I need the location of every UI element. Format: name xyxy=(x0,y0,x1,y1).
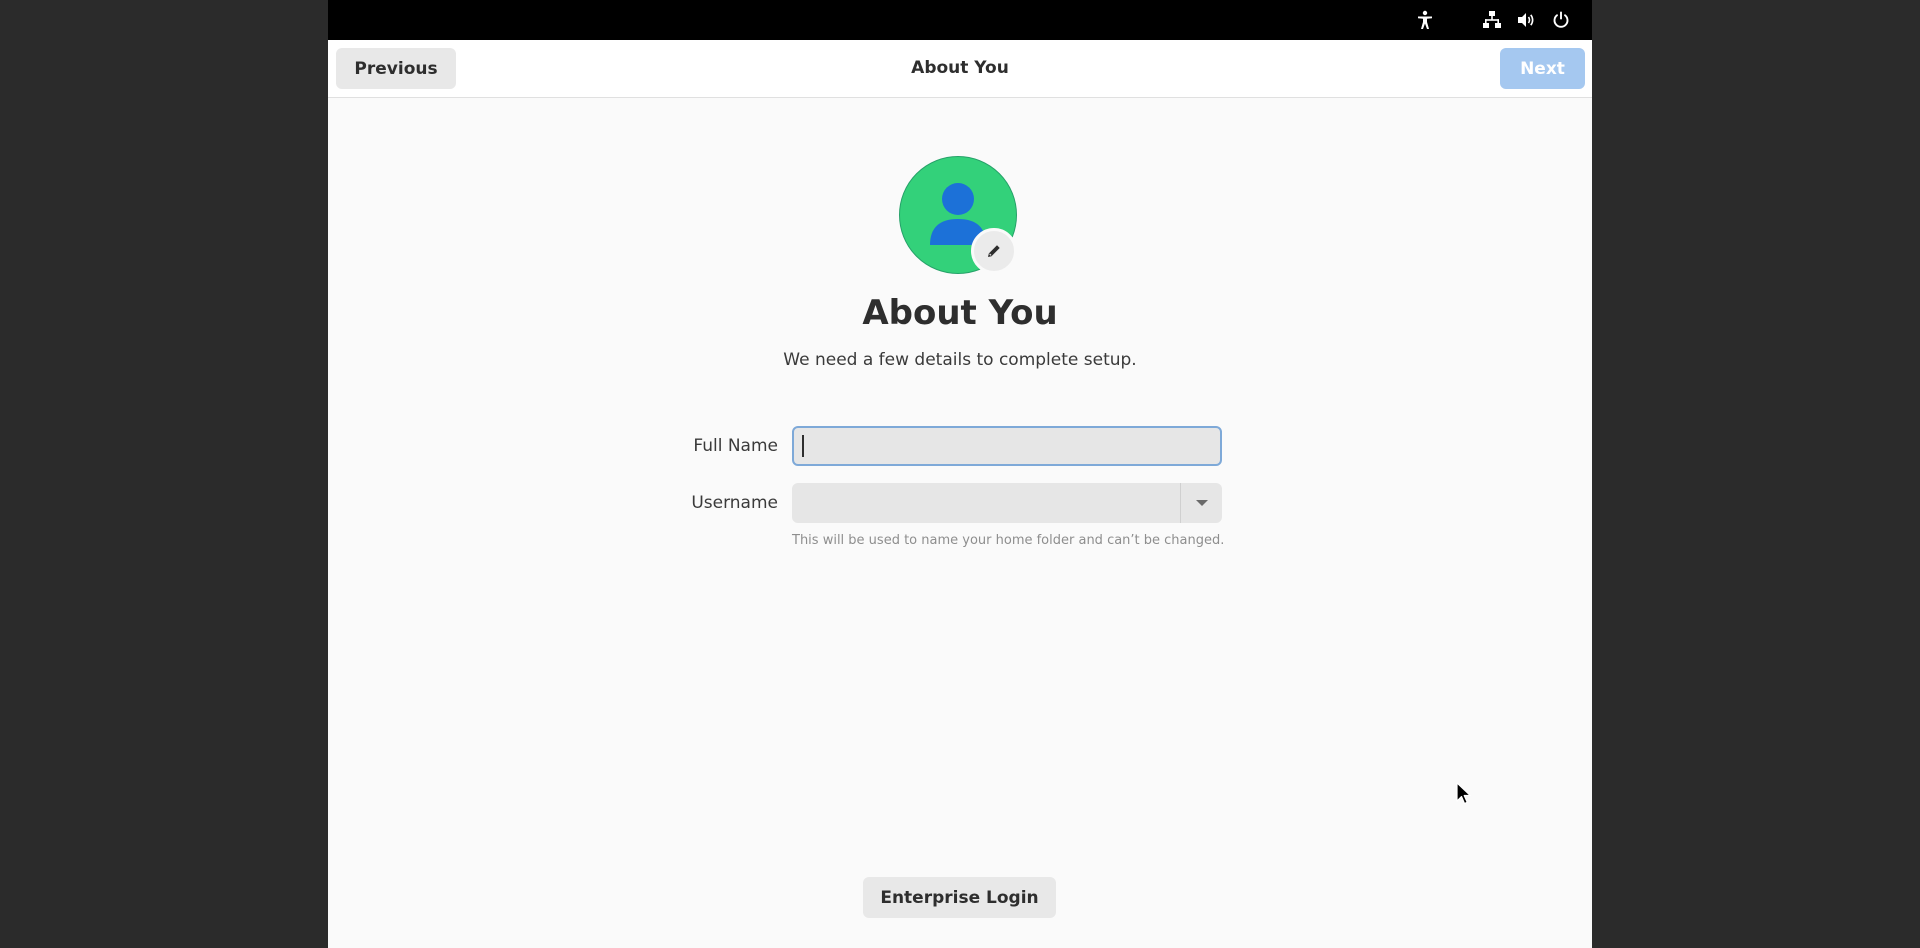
text-caret xyxy=(802,435,804,457)
username-hint: This will be used to name your home fold… xyxy=(792,533,1225,548)
full-name-label: Full Name xyxy=(693,436,778,456)
username-label: Username xyxy=(691,493,778,513)
system-top-bar xyxy=(328,0,1592,40)
username-combo[interactable] xyxy=(792,483,1222,523)
full-name-field[interactable] xyxy=(792,426,1222,466)
username-field[interactable] xyxy=(792,483,1180,523)
username-dropdown-button[interactable] xyxy=(1180,483,1222,523)
volume-icon[interactable] xyxy=(1514,8,1538,32)
page-subtitle: We need a few details to complete setup. xyxy=(783,350,1137,370)
header-title: About You xyxy=(911,58,1009,78)
previous-button[interactable]: Previous xyxy=(336,48,456,89)
network-icon[interactable] xyxy=(1480,8,1504,32)
page-title: About You xyxy=(862,293,1058,333)
enterprise-login-button[interactable]: Enterprise Login xyxy=(863,877,1056,918)
header-title-container: About You xyxy=(328,40,1592,97)
next-button[interactable]: Next xyxy=(1500,48,1585,89)
mouse-pointer-icon xyxy=(1456,782,1472,810)
header-bar: Previous About You Next xyxy=(328,40,1592,98)
power-icon[interactable] xyxy=(1549,8,1573,32)
setup-window: Previous About You Next About You We nee… xyxy=(328,0,1592,948)
chevron-down-icon xyxy=(1195,500,1208,506)
accessibility-icon[interactable] xyxy=(1413,8,1437,32)
pencil-icon[interactable] xyxy=(971,228,1017,274)
